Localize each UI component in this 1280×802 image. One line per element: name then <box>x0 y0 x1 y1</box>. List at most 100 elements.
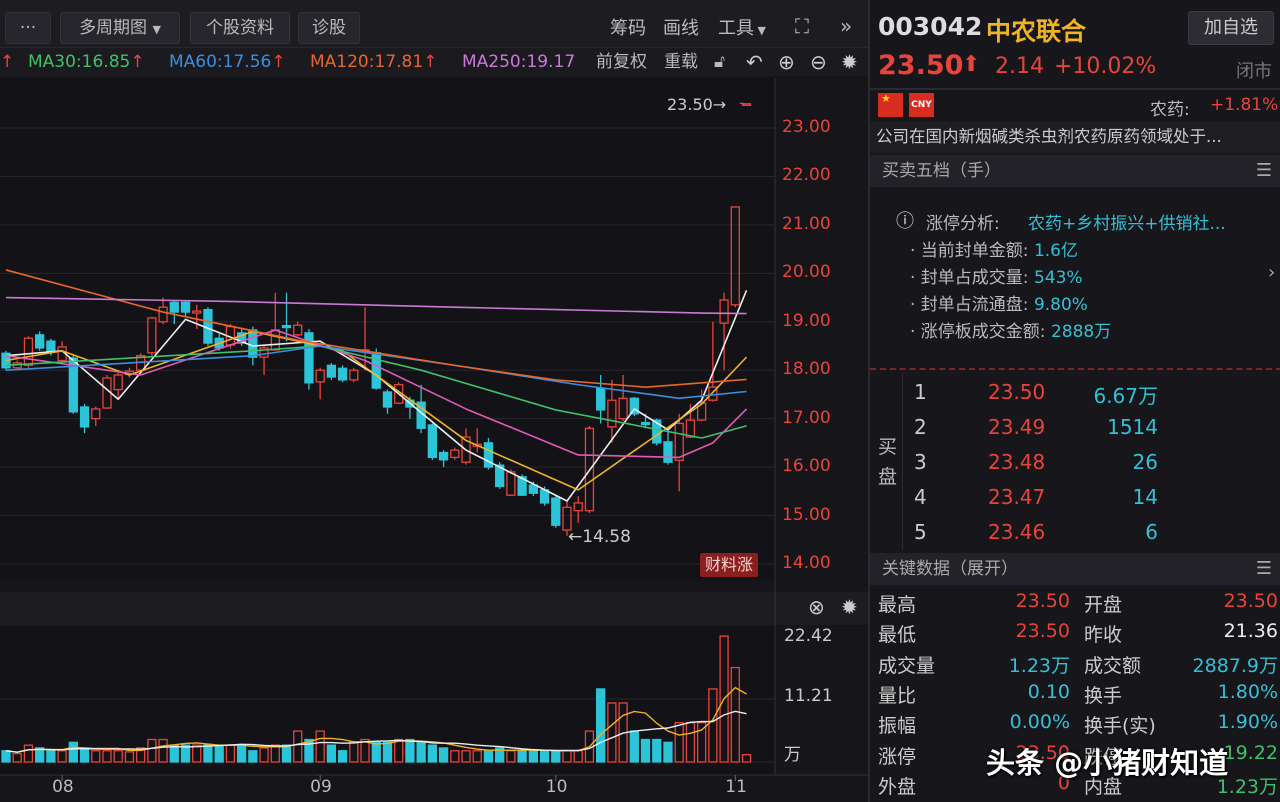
volume-bar <box>47 751 55 762</box>
key-label: 涨停 <box>878 742 916 769</box>
limit-stat-row: · 当前封单金额: 1.6亿 <box>910 236 1078 261</box>
candle-body <box>36 335 44 348</box>
candle-body <box>428 425 436 457</box>
volume-mid-label: 11.21 <box>784 686 833 706</box>
limit-stat-row: · 涨停板成交金额: 2888万 <box>910 317 1111 342</box>
bid-row[interactable]: 423.4714 <box>870 485 1280 511</box>
bid-level: 2 <box>914 415 927 439</box>
kline-chart[interactable] <box>0 0 868 802</box>
bid-level: 4 <box>914 485 927 509</box>
bid-level: 1 <box>914 380 927 404</box>
watermark: 头条 @小猪财知道 <box>986 740 1228 782</box>
stat-value: 1.6亿 <box>1034 241 1078 261</box>
chevron-right-icon[interactable]: › <box>1268 262 1275 283</box>
menu-icon[interactable]: ☰ <box>1256 553 1272 585</box>
volume-bar <box>664 742 672 762</box>
price-tick-label: 20.00 <box>782 262 831 282</box>
stat-label: · 封单占成交量: <box>910 268 1029 288</box>
volume-bar <box>541 751 549 762</box>
candle-body <box>383 392 391 407</box>
x-tick-label: 11 <box>725 777 747 797</box>
order-book-header: 买卖五档（手） ☰ <box>870 155 1280 187</box>
price-tick-label: 22.00 <box>782 165 831 185</box>
bid-row[interactable]: 323.4826 <box>870 450 1280 476</box>
candle-body <box>249 330 257 357</box>
bid-price: 23.50 <box>988 380 1045 404</box>
volume-bar <box>597 689 605 762</box>
candle-body <box>47 341 55 352</box>
stat-value: 2888万 <box>1051 322 1111 342</box>
candle-body <box>182 302 190 312</box>
market-status: 闭市 <box>1236 57 1272 83</box>
stat-label: · 当前封单金额: <box>910 241 1029 261</box>
key-data-title[interactable]: 关键数据（展开） <box>882 559 1018 579</box>
key-data-header: 关键数据（展开） ☰ <box>870 553 1280 585</box>
key-value: 23.50 <box>1016 590 1070 612</box>
quote-panel: 003042 中农联合 加自选 23.50 ⬆ 2.14 +10.02% 闭市 … <box>868 0 1280 802</box>
stat-value: 543% <box>1034 268 1083 288</box>
bid-price: 23.49 <box>988 415 1045 439</box>
candle <box>428 423 436 459</box>
bid-row[interactable]: 523.466 <box>870 520 1280 546</box>
volume-bar <box>428 745 436 762</box>
key-label: 外盘 <box>878 772 916 799</box>
price-tick-label: 18.00 <box>782 359 831 379</box>
bid-level: 3 <box>914 450 927 474</box>
analysis-label: 涨停分析: <box>926 209 1000 234</box>
sector-change: +1.81% <box>1210 95 1278 115</box>
key-value: 0.10 <box>1028 681 1070 703</box>
key-label: 量比 <box>878 681 916 708</box>
candle <box>552 496 560 527</box>
volume-bar <box>2 751 10 762</box>
key-value: 1.23万 <box>1009 651 1070 678</box>
add-watchlist-button[interactable]: 加自选 <box>1188 11 1274 45</box>
price-tick-label: 17.00 <box>782 408 831 428</box>
volume-bar <box>630 731 638 762</box>
bid-price: 23.48 <box>988 450 1045 474</box>
company-description[interactable]: 公司在国内新烟碱类杀虫剂农药原药领域处于... <box>870 122 1280 153</box>
volume-bar <box>238 745 246 762</box>
key-value: 1.90% <box>1218 711 1278 733</box>
bid-ask-divider <box>870 368 1280 370</box>
bid-volume: 1514 <box>1107 415 1158 439</box>
limit-marker: - <box>739 93 745 112</box>
volume-bar <box>552 751 560 762</box>
key-label: 最低 <box>878 620 916 647</box>
candle-body <box>81 407 89 427</box>
candle <box>339 365 347 382</box>
stock-code: 003042 <box>878 12 982 41</box>
currency-badge: CNY <box>909 93 934 117</box>
sector-label[interactable]: 农药: <box>1150 95 1190 120</box>
bid-volume: 14 <box>1133 485 1158 509</box>
volume-bar <box>249 751 257 762</box>
candle-body <box>597 388 605 410</box>
news-badge[interactable]: 财料涨 <box>700 553 758 577</box>
price-tick-label: 23.00 <box>782 117 831 137</box>
candle <box>484 438 492 469</box>
up-arrow-icon: ⬆ <box>962 52 980 77</box>
volume-bar <box>283 745 291 762</box>
key-label: 最高 <box>878 590 916 617</box>
volume-unit-label: 万 <box>784 740 801 765</box>
volume-bar <box>440 748 448 762</box>
price-pane <box>0 78 775 580</box>
x-tick-label: 10 <box>546 777 568 797</box>
order-book-title: 买卖五档（手） <box>882 161 1001 181</box>
key-label: 开盘 <box>1084 590 1122 617</box>
price-tick-label: 16.00 <box>782 456 831 476</box>
bid-row[interactable]: 123.506.67万 <box>870 380 1280 406</box>
x-tick-label: 09 <box>310 777 332 797</box>
candle-body <box>552 498 560 525</box>
stat-value: 9.80% <box>1034 295 1088 315</box>
candle-body <box>642 423 650 425</box>
candle <box>327 363 335 380</box>
key-value: 23.50 <box>1016 620 1070 642</box>
bid-row[interactable]: 2 23.49 1514 <box>870 415 1280 441</box>
analysis-value[interactable]: 农药+乡村振兴+供销社... <box>1028 209 1226 234</box>
menu-icon[interactable]: ☰ <box>1256 155 1272 187</box>
candle <box>36 331 44 350</box>
key-value: 19.22 <box>1224 742 1278 764</box>
volume-bar <box>653 740 661 762</box>
key-value: 21.36 <box>1224 620 1278 642</box>
price-tick-label: 21.00 <box>782 214 831 234</box>
